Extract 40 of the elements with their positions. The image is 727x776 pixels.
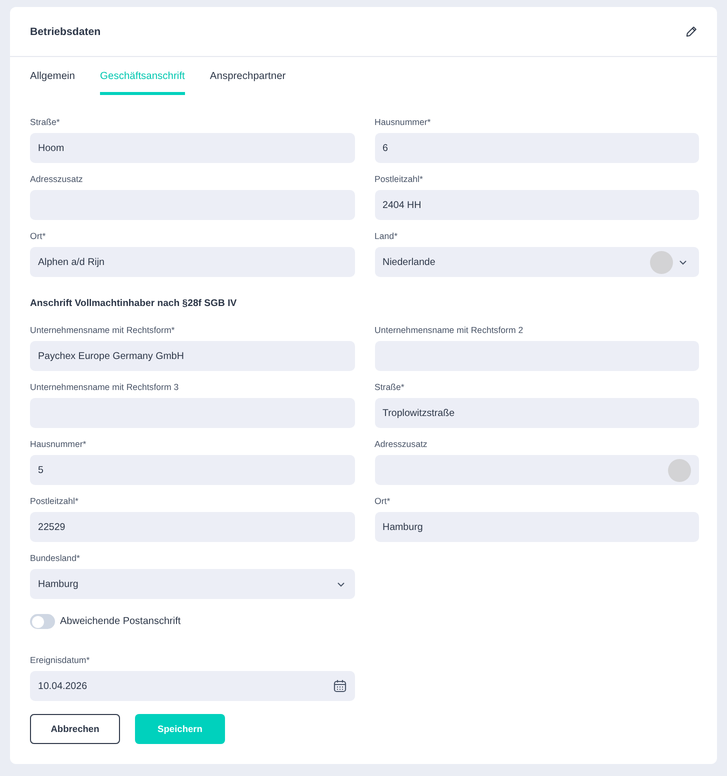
- calendar-icon[interactable]: [332, 679, 346, 693]
- input-field[interactable]: Hamburg: [374, 512, 699, 542]
- select-field[interactable]: Niederlande: [374, 247, 699, 277]
- field-label: Straße*: [30, 116, 60, 128]
- section-heading: Anschrift Vollmachtinhaber nach §28f SGB IV: [30, 298, 238, 310]
- field-label: Bundesland*: [30, 552, 80, 564]
- field-label: Adresszusatz: [374, 438, 428, 450]
- field-label: Ort*: [30, 230, 46, 242]
- field-label: Hausnummer*: [30, 438, 86, 450]
- pencil-icon[interactable]: [686, 26, 697, 37]
- chevron-icon: [679, 260, 687, 264]
- tab[interactable]: Allgemein: [30, 70, 76, 95]
- field-label: Ort*: [374, 495, 390, 507]
- date-field[interactable]: 10.04.2026: [30, 671, 354, 701]
- field-label: Ereignisdatum*: [30, 654, 90, 666]
- field-label: Straße*: [374, 381, 404, 393]
- cancel-button[interactable]: Abbrechen: [30, 714, 120, 744]
- tab[interactable]: Ansprechpartner: [210, 70, 286, 95]
- toggle-switch[interactable]: [30, 614, 55, 629]
- input-field[interactable]: Alphen a/d Rijn: [30, 247, 354, 277]
- field-label: Land*: [374, 230, 398, 242]
- field-label: Postleitzahl*: [374, 173, 423, 185]
- field-label: Unternehmensname mit Rechtsform 2: [374, 324, 524, 336]
- input-field[interactable]: Hoom: [30, 133, 354, 163]
- input-field[interactable]: 2404 HH: [374, 190, 699, 220]
- input-field[interactable]: Troplowitzstraße: [374, 398, 699, 428]
- field-label: Hausnummer*: [374, 116, 431, 128]
- select-field[interactable]: Hamburg: [30, 569, 354, 599]
- field-label: Unternehmensname mit Rechtsform 3: [30, 381, 179, 393]
- field-label: Postleitzahl*: [30, 495, 78, 507]
- input-field[interactable]: Paychex Europe Germany GmbH: [30, 341, 354, 371]
- field-label: Unternehmensname mit Rechtsform*: [30, 324, 175, 336]
- field-label: Adresszusatz: [30, 173, 83, 185]
- chevron-icon: [337, 582, 345, 586]
- input-field[interactable]: 22529: [30, 512, 354, 542]
- input-field[interactable]: [374, 455, 699, 485]
- input-field[interactable]: 5: [30, 455, 354, 485]
- card-title: Betriebsdaten: [30, 26, 101, 38]
- input-field[interactable]: 6: [374, 133, 699, 163]
- toggle-label: Abweichende Postanschrift: [60, 616, 181, 627]
